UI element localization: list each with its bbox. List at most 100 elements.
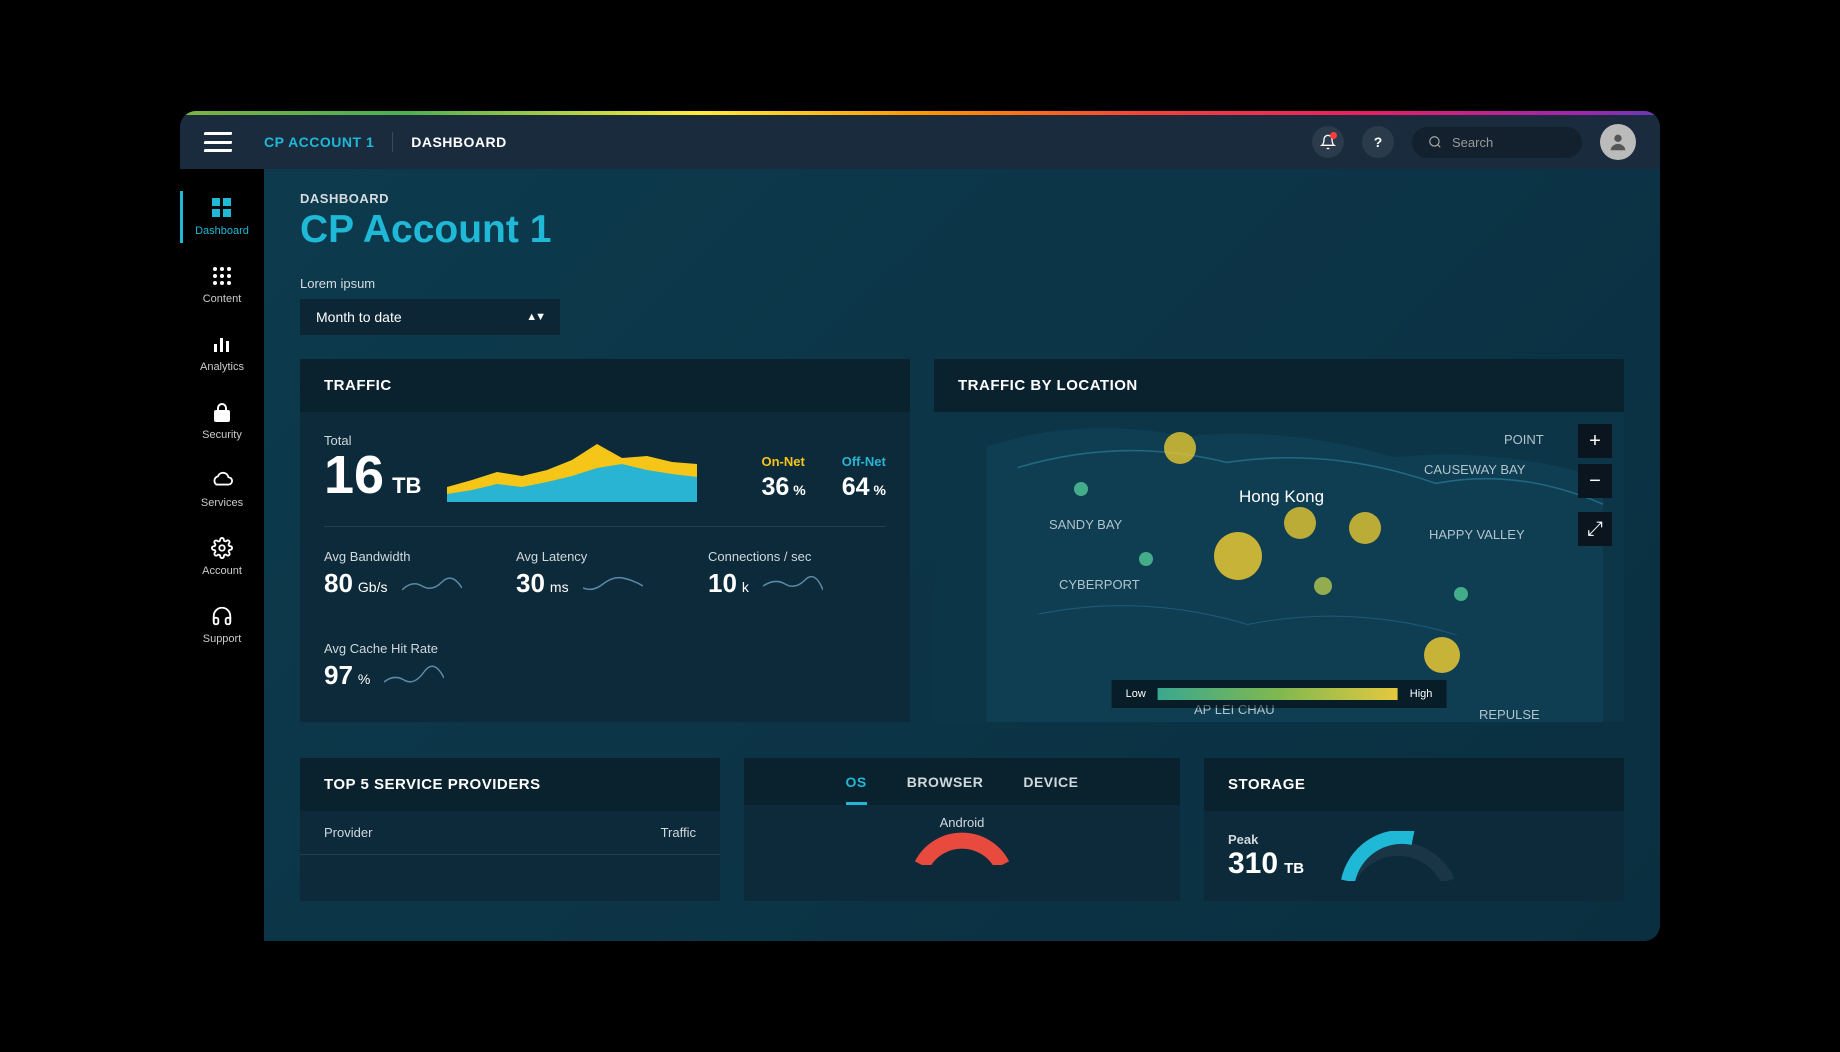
map-city-cyberport: CYBERPORT [1059,577,1140,592]
card-title: TOP 5 SERVICE PROVIDERS [300,758,720,811]
search-icon [1428,135,1442,149]
breadcrumb-account[interactable]: CP ACCOUNT 1 [264,134,374,150]
metric-cache-hit: Avg Cache Hit Rate 97% [324,641,474,691]
map-bubble [1349,512,1381,544]
user-avatar[interactable] [1600,124,1636,160]
grid-icon [211,265,233,287]
breadcrumb-page[interactable]: DASHBOARD [411,134,507,150]
date-range-select[interactable]: Month to date ▲▼ [300,299,560,335]
traffic-on-net: On-Net 36% [761,454,805,502]
devices-card: OS BROWSER DEVICE Android [744,758,1180,901]
sidebar-item-dashboard[interactable]: Dashboard [180,183,264,251]
notification-dot [1330,132,1337,139]
map-city-happyvalley: HAPPY VALLEY [1429,527,1525,542]
sparkline-icon [402,572,462,596]
sidebar-item-label: Content [203,293,242,305]
traffic-total-value: 16 TB [324,448,421,502]
tab-browser[interactable]: BROWSER [907,774,984,805]
select-value: Month to date [316,309,402,325]
sidebar: Dashboard Content Analytics Security Ser… [180,169,264,941]
search-input[interactable]: Search [1412,127,1582,158]
map-zoom-in-button[interactable]: + [1578,424,1612,458]
col-provider: Provider [324,825,661,840]
lock-icon [211,401,233,423]
headset-icon [211,605,233,627]
map-bubble [1284,507,1316,539]
page-header: DASHBOARD CP Account 1 [264,169,1660,270]
bars-icon [211,333,233,355]
user-icon [1607,131,1629,153]
map-fullscreen-button[interactable]: ⤢ [1578,512,1612,546]
map-city-sandybay: SANDY BAY [1049,517,1122,532]
sparkline-icon [583,572,643,596]
page-section-label: DASHBOARD [300,191,1624,206]
map-city-repulse: REPULSE [1479,707,1540,722]
breadcrumb: CP ACCOUNT 1 DASHBOARD [264,132,507,152]
breadcrumb-separator [392,132,393,152]
sparkline-icon [763,572,823,596]
map-legend: Low High [1112,680,1447,708]
page-title: CP Account 1 [300,208,1624,252]
map-bubble [1214,532,1262,580]
map-city-point: POINT [1504,432,1544,447]
map-city-hongkong: Hong Kong [1239,487,1324,507]
map-bubble [1074,482,1088,496]
sidebar-item-label: Dashboard [195,225,249,237]
sidebar-item-account[interactable]: Account [180,523,264,591]
sidebar-item-label: Security [202,429,242,441]
brand-gradient-bar [180,111,1660,115]
location-card: TRAFFIC BY LOCATION Hong Kong SANDY BAY … [934,359,1624,722]
traffic-area-chart [447,432,697,502]
providers-card: TOP 5 SERVICE PROVIDERS Provider Traffic [300,758,720,901]
traffic-card: TRAFFIC Total 16 TB [300,359,910,722]
donut-chart-partial [892,825,1032,865]
sidebar-item-label: Account [202,565,242,577]
help-button[interactable]: ? [1362,126,1394,158]
card-title: TRAFFIC BY LOCATION [934,359,1624,412]
col-traffic: Traffic [661,825,696,840]
map-zoom-out-button[interactable]: − [1578,464,1612,498]
legend-gradient [1158,688,1398,700]
map-bubble [1424,637,1460,673]
sidebar-item-services[interactable]: Services [180,455,264,523]
storage-gauge [1328,831,1468,881]
storage-card: STORAGE Peak 310TB [1204,758,1624,901]
brand-logo[interactable] [204,128,232,156]
map-bubble [1454,587,1468,601]
metric-bandwidth: Avg Bandwidth 80Gb/s [324,549,474,599]
search-placeholder: Search [1452,135,1493,150]
map-city-causewaybay: CAUSEWAY BAY [1424,462,1525,477]
card-title: TRAFFIC [300,359,910,412]
metric-latency: Avg Latency 30ms [516,549,666,599]
sparkline-icon [384,664,444,688]
tab-device[interactable]: DEVICE [1023,774,1078,805]
sidebar-item-support[interactable]: Support [180,591,264,659]
sidebar-item-label: Support [203,633,242,645]
map-bubble [1139,552,1153,566]
filter-label: Lorem ipsum [300,276,1624,291]
traffic-off-net: Off-Net 64% [842,454,886,502]
question-icon: ? [1374,134,1383,150]
minus-icon: − [1589,470,1601,493]
card-title: STORAGE [1204,758,1624,811]
sidebar-item-analytics[interactable]: Analytics [180,319,264,387]
sidebar-item-security[interactable]: Security [180,387,264,455]
sidebar-item-content[interactable]: Content [180,251,264,319]
notifications-button[interactable] [1312,126,1344,158]
tab-os[interactable]: OS [846,774,867,805]
dashboard-icon [211,197,233,219]
content-area: DASHBOARD CP Account 1 Lorem ipsum Month… [264,169,1660,941]
plus-icon: + [1589,430,1601,453]
cloud-icon [211,469,233,491]
filter-row: Lorem ipsum Month to date ▲▼ [264,270,1660,359]
topbar: CP ACCOUNT 1 DASHBOARD ? Search [180,115,1660,169]
storage-peak: Peak 310TB [1228,832,1304,881]
gear-icon [211,537,233,559]
map-svg [934,412,1624,722]
device-tabs: OS BROWSER DEVICE [744,758,1180,805]
sidebar-item-label: Analytics [200,361,244,373]
map-area[interactable]: Hong Kong SANDY BAY CYBERPORT HAPPY VALL… [934,412,1624,722]
table-header: Provider Traffic [300,811,720,855]
donut-segment-label: Android [940,815,985,830]
map-bubble [1164,432,1196,464]
